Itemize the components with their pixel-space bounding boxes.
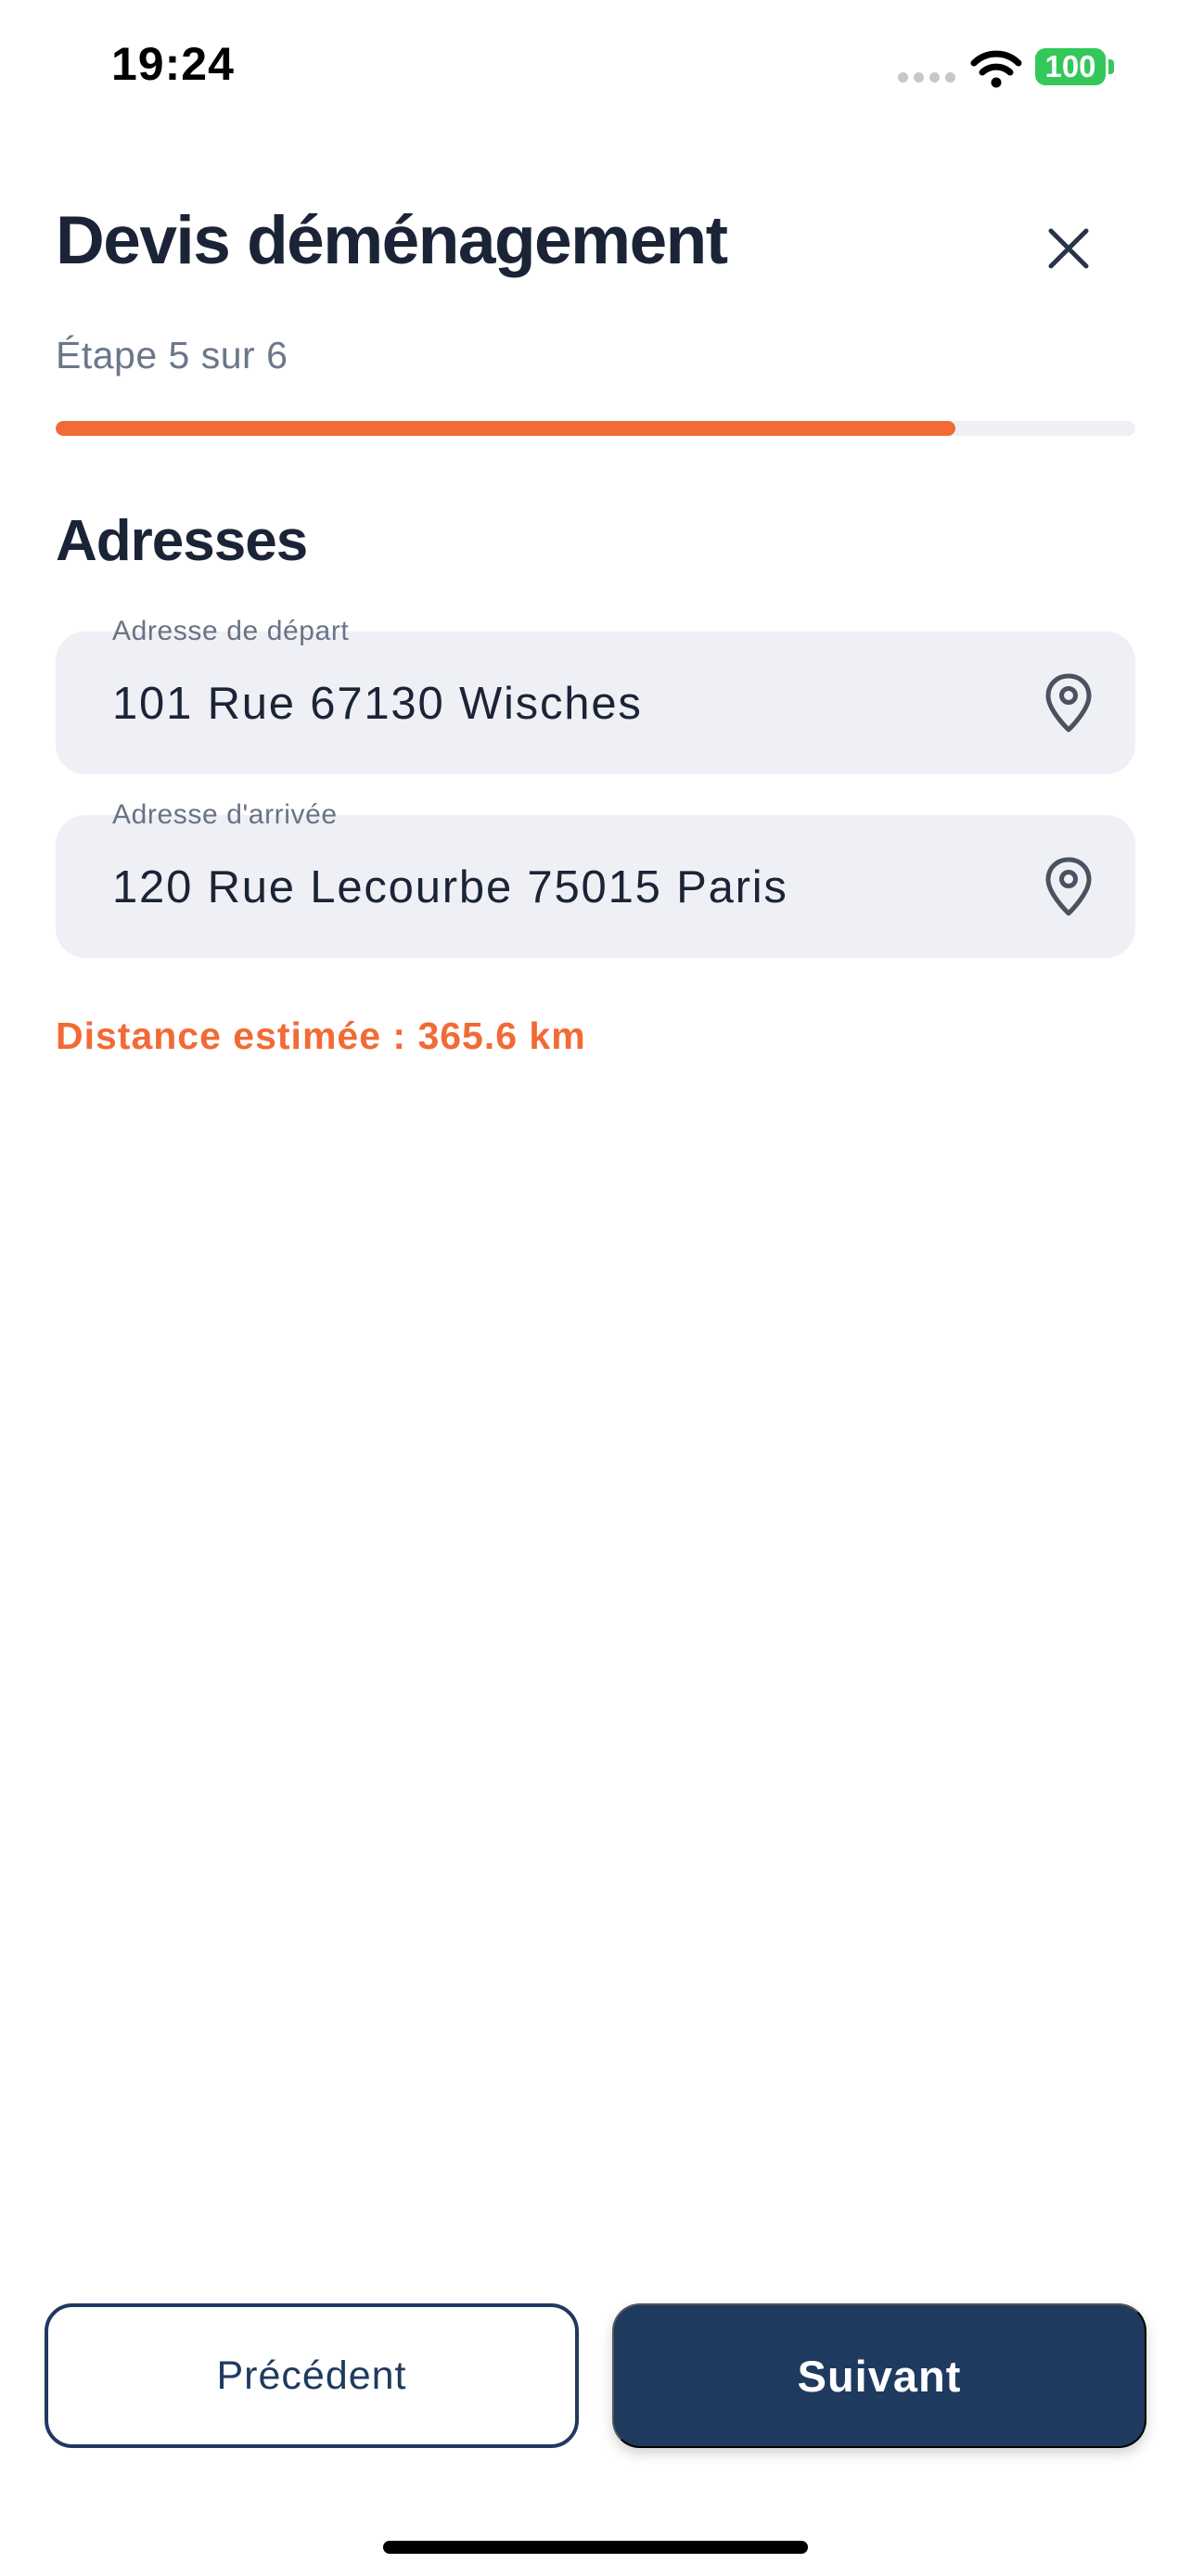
close-button[interactable] [1030, 210, 1108, 287]
cellular-signal-icon [898, 72, 955, 83]
progress-bar [56, 421, 1135, 436]
progress-bar-fill [56, 421, 955, 436]
departure-address-label: Adresse de départ [112, 616, 350, 646]
map-pin-icon[interactable] [1043, 672, 1095, 733]
arrival-address-label: Adresse d'arrivée [112, 799, 338, 830]
map-pin-icon[interactable] [1043, 856, 1095, 917]
page-title: Devis déménagement [56, 203, 728, 278]
estimated-distance: Distance estimée : 365.6 km [56, 1014, 586, 1057]
arrival-address-field[interactable]: Adresse d'arrivée [56, 799, 1135, 958]
home-indicator [383, 2541, 808, 2554]
battery-icon: 100 [1035, 48, 1106, 85]
next-button[interactable]: Suivant [612, 2303, 1146, 2448]
previous-button[interactable]: Précédent [45, 2303, 579, 2448]
departure-address-field[interactable]: Adresse de départ [56, 616, 1135, 774]
step-indicator: Étape 5 sur 6 [56, 334, 288, 376]
battery-tip [1108, 59, 1114, 74]
status-bar: 19:24 100 [0, 0, 1191, 139]
status-time: 19:24 [111, 38, 235, 90]
arrival-address-input[interactable] [112, 861, 1003, 913]
departure-address-input[interactable] [112, 678, 1003, 730]
close-icon [1048, 228, 1089, 269]
section-title: Adresses [56, 509, 308, 573]
wifi-icon [970, 50, 1022, 88]
